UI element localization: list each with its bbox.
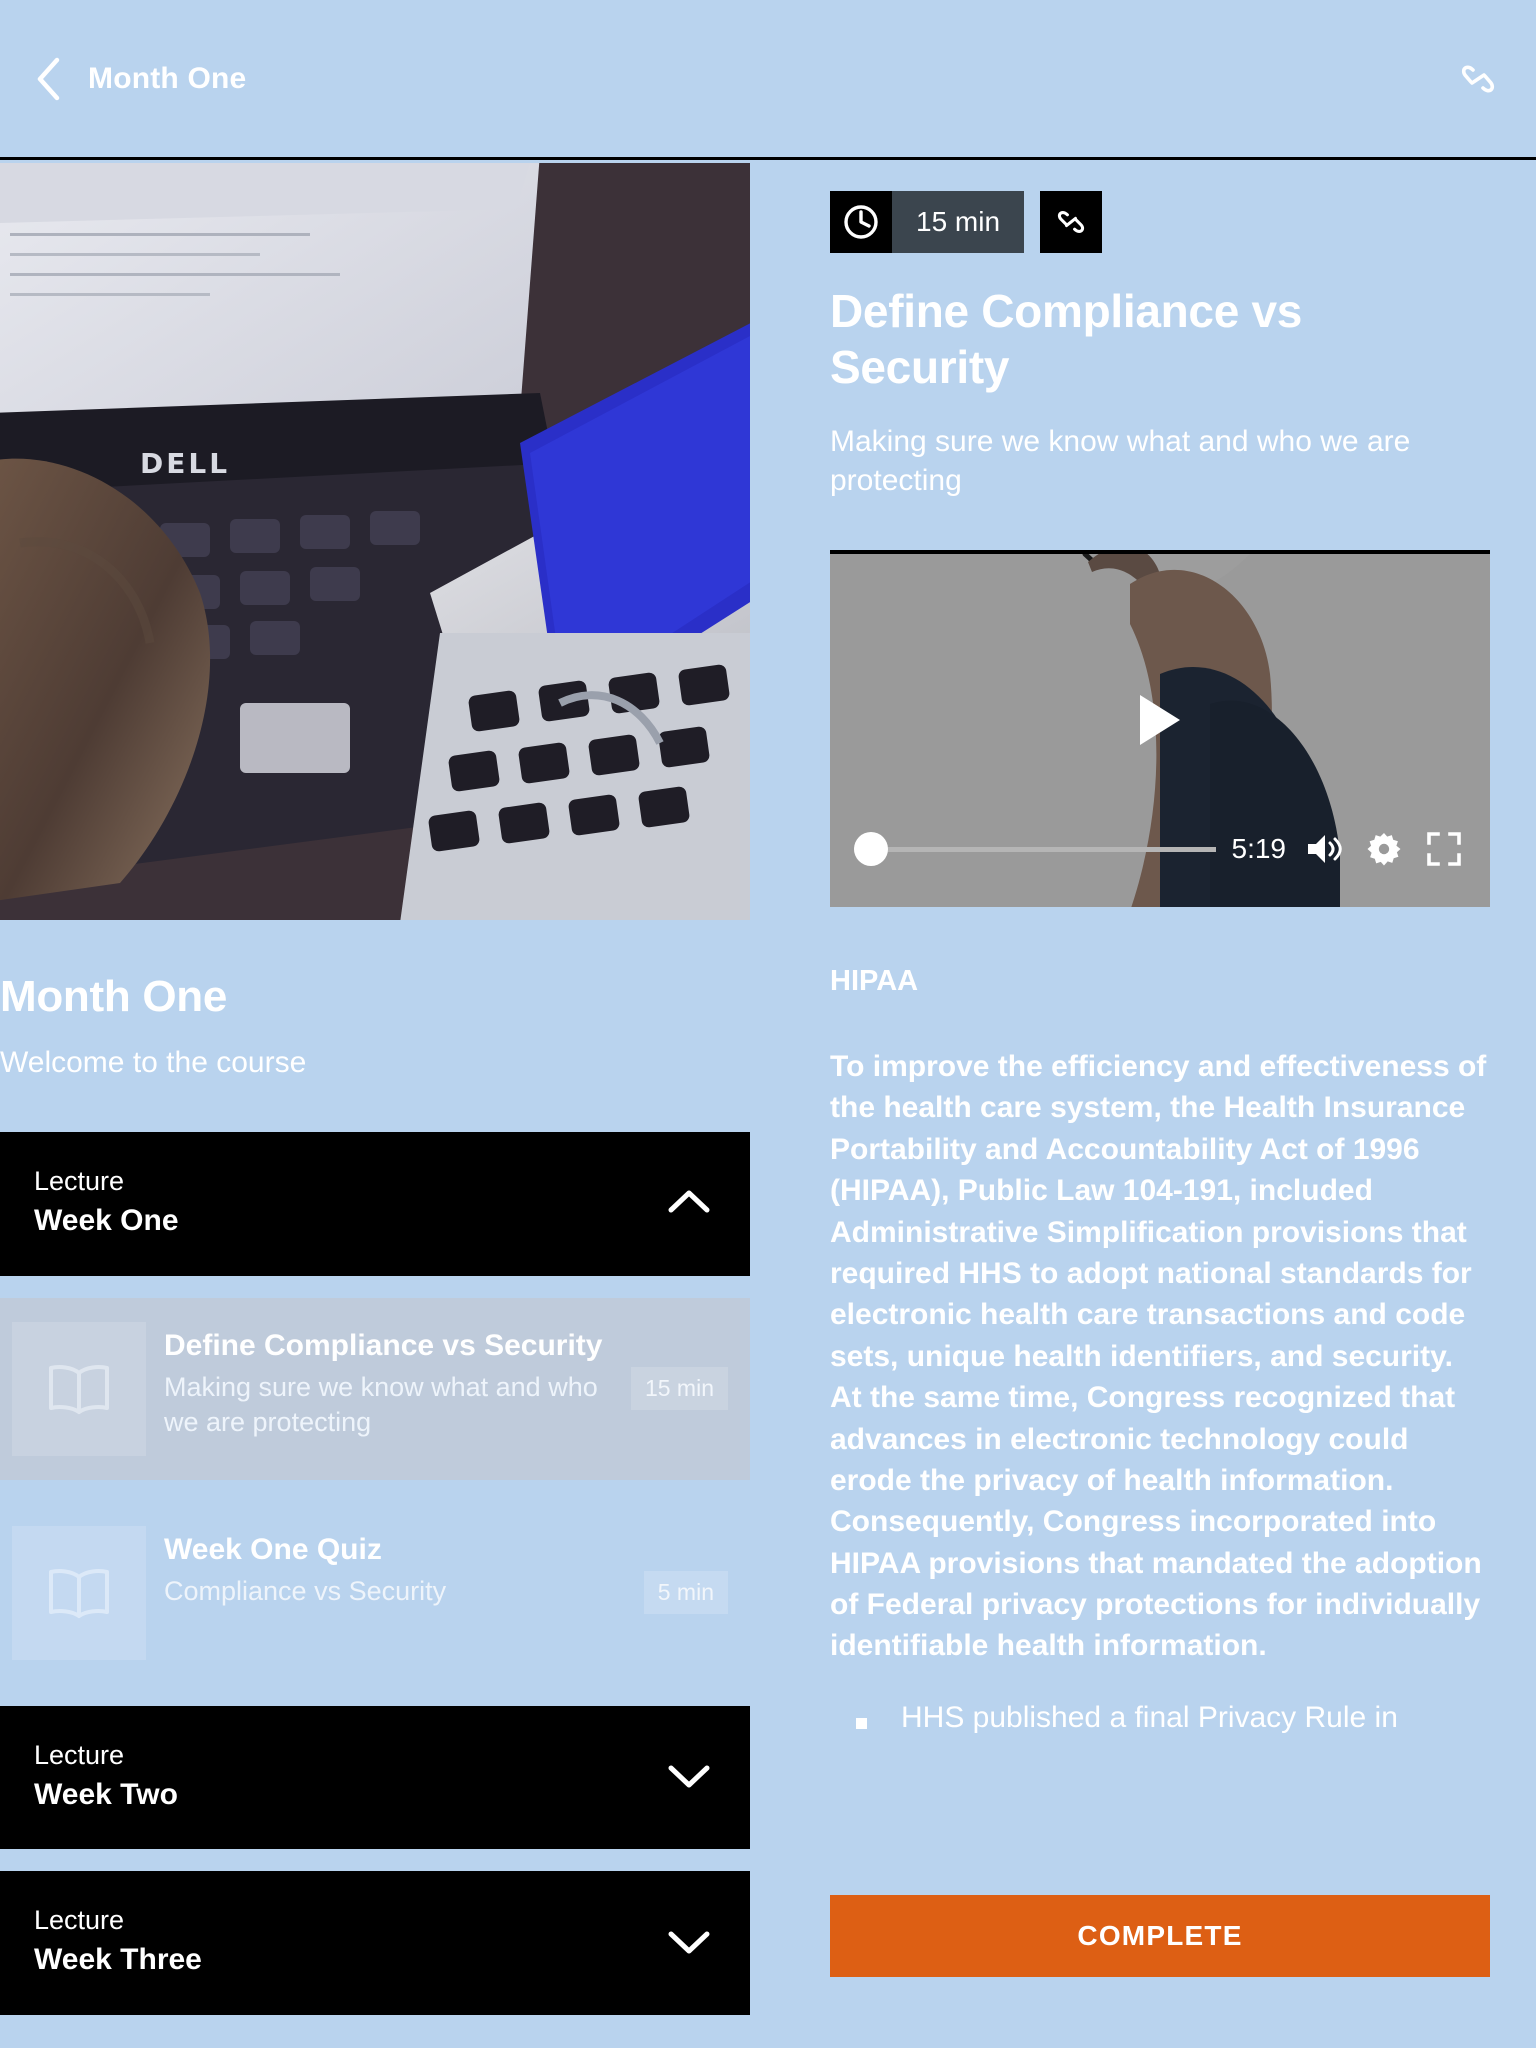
lesson-detail-title: Define Compliance vs Security	[830, 285, 1303, 394]
list-item: HHS published a final Privacy Rule in	[830, 1701, 1490, 1735]
clock-icon	[830, 191, 892, 253]
bullet-list: HHS published a final Privacy Rule in	[830, 1701, 1490, 1735]
gear-icon[interactable]	[1362, 827, 1406, 871]
duration-chip: 15 min	[830, 191, 1025, 253]
svg-text:DELL: DELL	[140, 447, 230, 480]
accordion-eyebrow: Lecture	[34, 1739, 125, 1770]
content-columns: DELL Month One Welcome to the course Lec…	[0, 163, 1536, 2048]
complete-button[interactable]: COMPLETE	[830, 1895, 1490, 1977]
spacer	[0, 1479, 750, 1502]
spacer	[0, 1275, 750, 1298]
accordion-eyebrow: Lecture	[34, 1166, 125, 1196]
accordion-header-week-one[interactable]: Lecture Week One	[0, 1132, 750, 1276]
video-time: 5:19	[1231, 833, 1287, 864]
course-title: Month One	[0, 972, 228, 1021]
accordion-title: Week Two	[34, 1777, 178, 1811]
page-title: Month One	[88, 61, 247, 95]
back-button[interactable]	[18, 48, 80, 110]
hero-image: DELL	[0, 163, 750, 920]
spacer	[0, 1849, 750, 1872]
lesson-item-week-one-quiz[interactable]: Week One Quiz Compliance vs Security 5 m…	[0, 1501, 750, 1684]
bullet-square-icon	[856, 1717, 867, 1729]
lesson-item-define-compliance[interactable]: Define Compliance vs Security Making sur…	[0, 1297, 750, 1480]
chevron-up-icon	[662, 1175, 716, 1229]
progress-handle[interactable]	[854, 832, 888, 866]
course-subtitle: Welcome to the course	[0, 1046, 307, 1079]
link-icon	[1461, 65, 1495, 92]
volume-icon[interactable]	[1302, 827, 1346, 871]
progress-track	[854, 846, 1216, 852]
lesson-title: Define Compliance vs Security	[164, 1328, 603, 1362]
top-bar: Month One	[0, 0, 1536, 160]
lesson-detail-subtitle: Making sure we know what and who we are …	[830, 425, 1411, 497]
lesson-duration-badge: 5 min	[643, 1571, 728, 1615]
course-page: Month One DELL Month One Welcome to the …	[0, 0, 1536, 2048]
chevron-down-icon	[662, 1748, 716, 1802]
section-heading: HIPAA	[830, 965, 919, 997]
lesson-meta-row: 15 min	[830, 191, 1490, 253]
fullscreen-icon[interactable]	[1422, 827, 1466, 871]
accordion-header-week-three[interactable]: Lecture Week Three	[0, 1871, 750, 2015]
lesson-subtitle: Making sure we know what and who we are …	[164, 1372, 598, 1438]
lesson-duration-badge: 15 min	[630, 1367, 728, 1411]
book-icon	[12, 1525, 146, 1660]
spacer	[0, 1683, 750, 1706]
lesson-detail-panel: 15 min Define Compliance vs Security Mak…	[830, 163, 1490, 2048]
accordion-eyebrow: Lecture	[34, 1905, 125, 1936]
link-icon	[1057, 211, 1085, 233]
accordion-title: Week One	[34, 1204, 179, 1238]
share-link-button[interactable]	[1450, 51, 1506, 107]
video-player[interactable]: 5:19	[830, 550, 1490, 907]
video-progress-slider[interactable]	[854, 832, 1216, 866]
hero-photo: DELL	[0, 163, 750, 920]
play-icon[interactable]	[1140, 694, 1180, 745]
chevron-down-icon	[662, 1914, 716, 1968]
copy-link-button[interactable]	[1040, 191, 1103, 253]
lesson-title: Week One Quiz	[164, 1532, 382, 1566]
accordion-header-week-two[interactable]: Lecture Week Two	[0, 1705, 750, 1850]
chevron-left-icon	[37, 57, 60, 100]
lesson-subtitle: Compliance vs Security	[164, 1576, 447, 1607]
course-sidebar: DELL Month One Welcome to the course Lec…	[0, 163, 750, 2048]
accordion-title: Week Three	[34, 1943, 202, 1977]
bullet-text: HHS published a final Privacy Rule in	[901, 1700, 1398, 1734]
video-controls: 5:19	[830, 827, 1490, 871]
lesson-body-text: To improve the efficiency and effectiven…	[830, 1050, 1487, 1663]
book-icon	[12, 1321, 146, 1456]
duration-text: 15 min	[892, 191, 1025, 253]
